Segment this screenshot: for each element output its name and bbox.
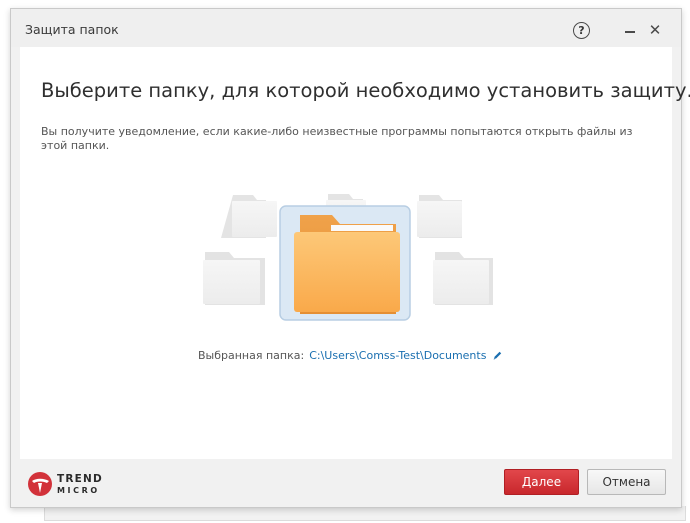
pencil-icon[interactable]	[492, 350, 503, 361]
logo-text-line1: TREND	[57, 473, 103, 485]
background-folder-icon	[203, 252, 265, 305]
background-folder-icon	[221, 195, 277, 238]
selected-folder-path-link[interactable]: C:\Users\Comss-Test\Documents	[309, 349, 486, 362]
cancel-button[interactable]: Отмена	[587, 469, 666, 495]
background-folder-icon	[433, 252, 493, 305]
trend-micro-logo: TREND MICRO	[27, 471, 137, 499]
minimize-icon[interactable]	[623, 21, 639, 39]
background-window-edge	[44, 506, 686, 521]
help-icon[interactable]: ?	[573, 22, 590, 39]
trend-micro-logo-icon	[28, 472, 52, 496]
title-bar[interactable]: Защита папок ? ✕	[11, 9, 681, 47]
close-icon[interactable]: ✕	[647, 21, 663, 39]
folder-icon[interactable]	[294, 215, 400, 314]
background-folder-icon	[417, 195, 462, 238]
selected-folder-row: Выбранная папка: C:\Users\Comss-Test\Doc…	[198, 349, 503, 362]
logo-text-line2: MICRO	[57, 486, 100, 495]
folders-illustration	[203, 194, 493, 321]
selected-folder-label: Выбранная папка:	[198, 349, 305, 362]
dialog-content: Выберите папку, для которой необходимо у…	[20, 47, 690, 459]
window-title: Защита папок	[25, 22, 119, 37]
next-button[interactable]: Далее	[504, 469, 579, 495]
folder-protection-dialog: Защита папок ? ✕ Выберите папку, для кот…	[10, 8, 690, 508]
dialog-footer: TREND MICRO Далее Отмена	[11, 459, 681, 507]
